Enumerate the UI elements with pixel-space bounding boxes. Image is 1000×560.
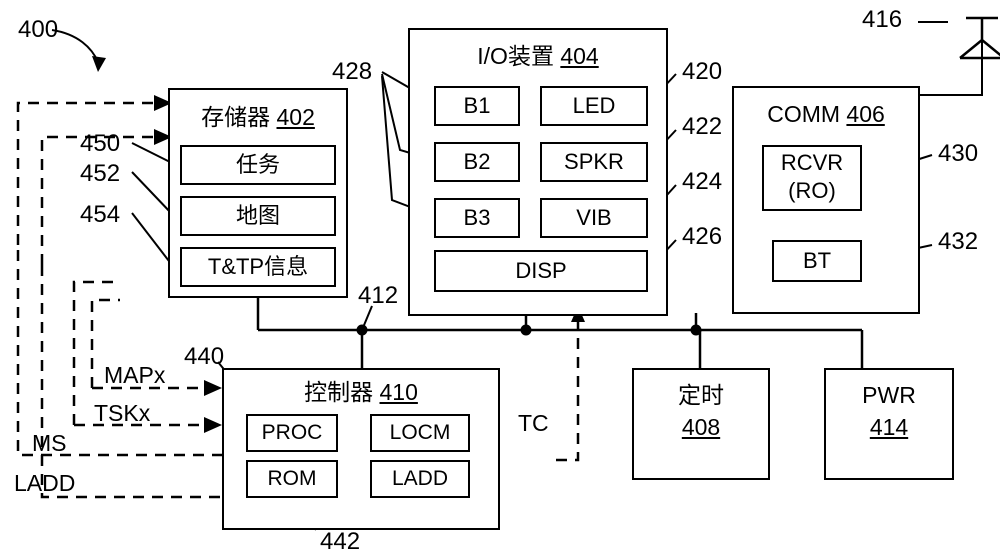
pwr-title: PWR xyxy=(862,382,916,408)
io-item-spkr-label: SPKR xyxy=(564,149,624,175)
ref-454: 454 xyxy=(80,201,121,228)
io-item-led-label: LED xyxy=(572,93,616,119)
ref-452: 452 xyxy=(80,160,121,187)
ref-412: 412 xyxy=(358,282,399,309)
memory-item-map-label: 地图 xyxy=(235,203,280,229)
io-item-b2-label: B2 xyxy=(463,149,491,175)
ref-420: 420 xyxy=(682,58,723,85)
controller-item-ladd-label: LADD xyxy=(391,466,449,490)
controller-title: 控制器 410 xyxy=(304,378,418,405)
comm-item-rcvr-sublabel: (RO) xyxy=(788,178,836,203)
ref-430: 430 xyxy=(938,140,979,167)
ref-432: 432 xyxy=(938,228,979,255)
controller-item-locm-label: LOCM xyxy=(389,420,451,444)
ref-422: 422 xyxy=(682,113,723,140)
io-title: I/O装置 404 xyxy=(477,42,599,69)
memory-item-tasks-label: 任务 xyxy=(235,152,280,178)
io-item-b1-label: B1 xyxy=(463,93,491,119)
ref-424: 424 xyxy=(682,168,723,195)
ref-426: 426 xyxy=(682,223,723,250)
io-item-vib-label: VIB xyxy=(576,205,612,231)
signal-mapx: MAPx xyxy=(104,362,166,388)
comm-title: COMM 406 xyxy=(767,100,885,127)
ref-400: 400 xyxy=(18,16,59,43)
ref-440: 440 xyxy=(184,343,225,370)
ref-450: 450 xyxy=(80,130,121,157)
ref-442: 442 xyxy=(320,528,361,555)
memory-title: 存储器 402 xyxy=(201,103,315,130)
timer-title: 定时 xyxy=(678,382,724,408)
figure-diagram: 400 416 存储器 402 任务 地图 T&TP信息 450 452 454… xyxy=(0,0,1000,560)
signal-tc: TC xyxy=(518,410,549,436)
controller-item-rom-label: ROM xyxy=(267,466,317,490)
signal-ms: MS xyxy=(32,430,67,456)
comm-item-bt-label: BT xyxy=(802,248,832,274)
controller-item-proc-label: PROC xyxy=(261,420,323,444)
memory-item-ttp-label: T&TP信息 xyxy=(207,254,309,280)
io-item-b3-label: B3 xyxy=(463,205,491,231)
signal-tskx: TSKx xyxy=(94,400,151,426)
ref-428: 428 xyxy=(332,58,373,85)
ref-416: 416 xyxy=(862,6,903,33)
pwr-ref: 414 xyxy=(869,414,909,440)
io-item-disp-label: DISP xyxy=(515,258,567,284)
signal-ladd: LADD xyxy=(14,470,76,496)
comm-item-rcvr-label: RCVR xyxy=(780,150,844,175)
timer-ref: 408 xyxy=(681,414,721,440)
